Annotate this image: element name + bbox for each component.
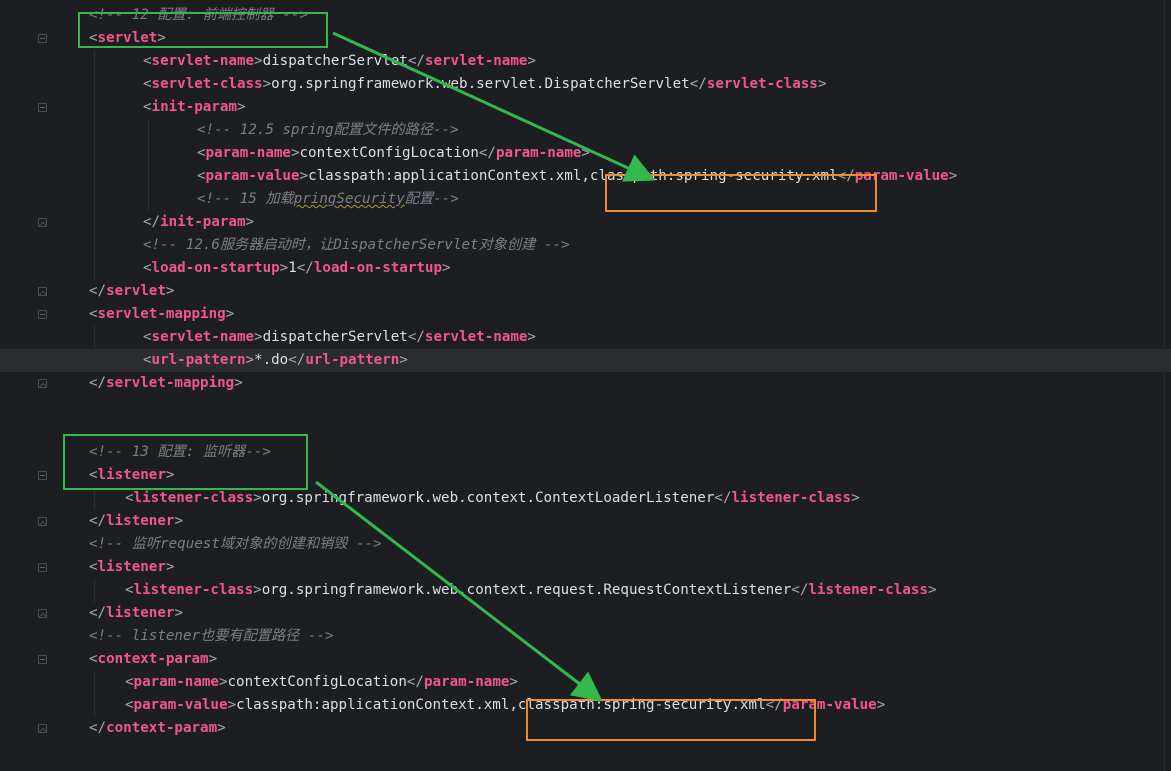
- code-editor[interactable]: <!-- 12 配置: 前端控制器 --> <servlet> <servlet-n…: [0, 0, 1171, 771]
- annotation-arrows: [315, 31, 656, 702]
- arrow-2: [315, 480, 603, 702]
- arrow-1: [332, 31, 656, 182]
